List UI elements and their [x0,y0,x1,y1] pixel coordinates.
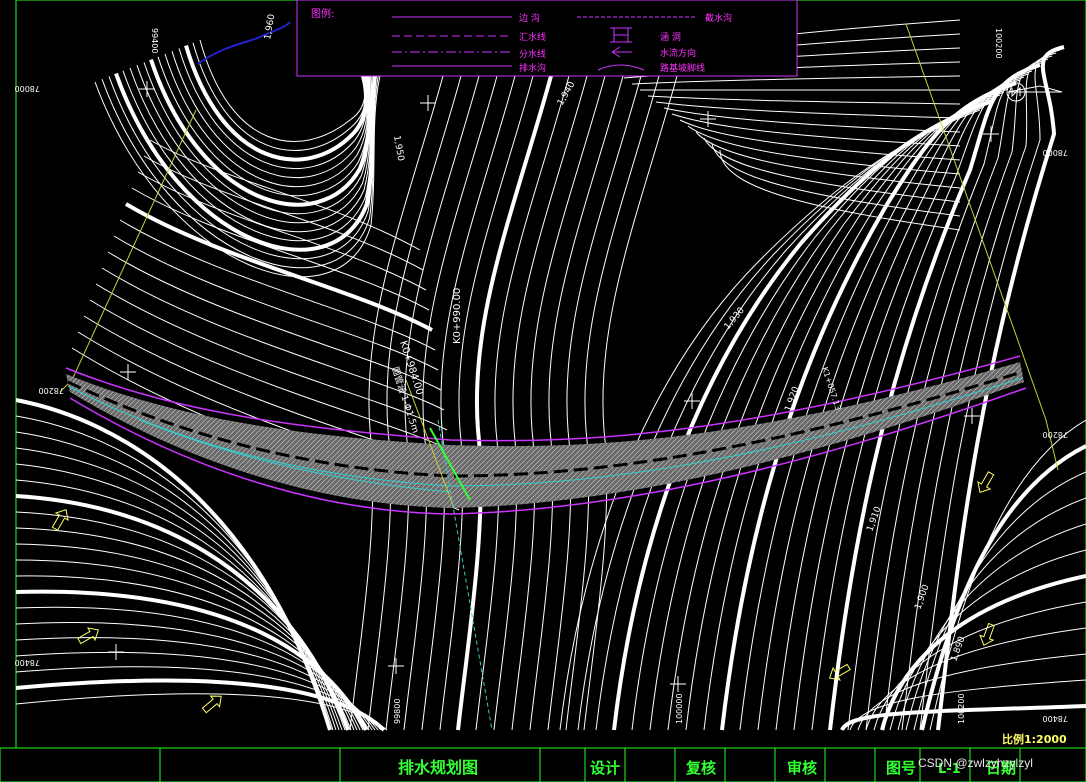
legend-box [296,0,798,77]
coord-bottom-x1: 99800 [393,699,402,724]
legend-title: 图例: [311,7,334,20]
legend-item-catchment-line: 汇水线 [519,31,546,43]
legend-item-slope-toe: 路基坡脚线 [660,62,705,74]
drainage-plan-map: 图例: 边 沟 截水沟 汇水线 涵 洞 分水线 水流方向 排水沟 路基坡脚线 9… [0,0,1086,782]
legend-item-drainage-ditch: 排水沟 [519,62,546,74]
coord-bottom-x3: 100200 [957,693,966,724]
coord-right-y: 78000 [1043,148,1068,157]
drawing-title: 排水规划图 [398,758,478,777]
design-label: 设计 [590,759,620,777]
coord-left-y: 78000 [15,84,40,93]
legend-item-side-ditch: 边 沟 [519,12,540,24]
coord-top-left: 99400 [150,28,159,53]
coord-left-mid: 78200 [39,386,64,395]
legend-item-culvert: 涵 洞 [660,32,681,43]
coord-bottom-x2: 100000 [675,693,684,724]
watermark: CSDN @zwlzyhzylzyl [918,756,1033,770]
legend: 图例: 边 沟 截水沟 汇水线 涵 洞 分水线 水流方向 排水沟 路基坡脚线 [296,0,798,77]
station-section: K0+990.00 [452,288,463,344]
legend-item-flow-direction: 水流方向 [660,47,696,59]
review-label: 复核 [685,759,716,777]
coord-bottom-right: 78400 [1043,714,1068,723]
coord-top-right: 100200 [994,28,1003,59]
approve-label: 审核 [787,759,817,777]
coord-right-mid: 78200 [1043,430,1068,439]
coord-bottom-left: 78400 [15,658,40,667]
scale-label: 比例1:2000 [1002,732,1067,746]
legend-item-intercept-ditch: 截水沟 [705,12,732,24]
legend-item-divide-line: 分水线 [519,48,546,60]
drawing-no-label: 图号 [886,759,916,777]
